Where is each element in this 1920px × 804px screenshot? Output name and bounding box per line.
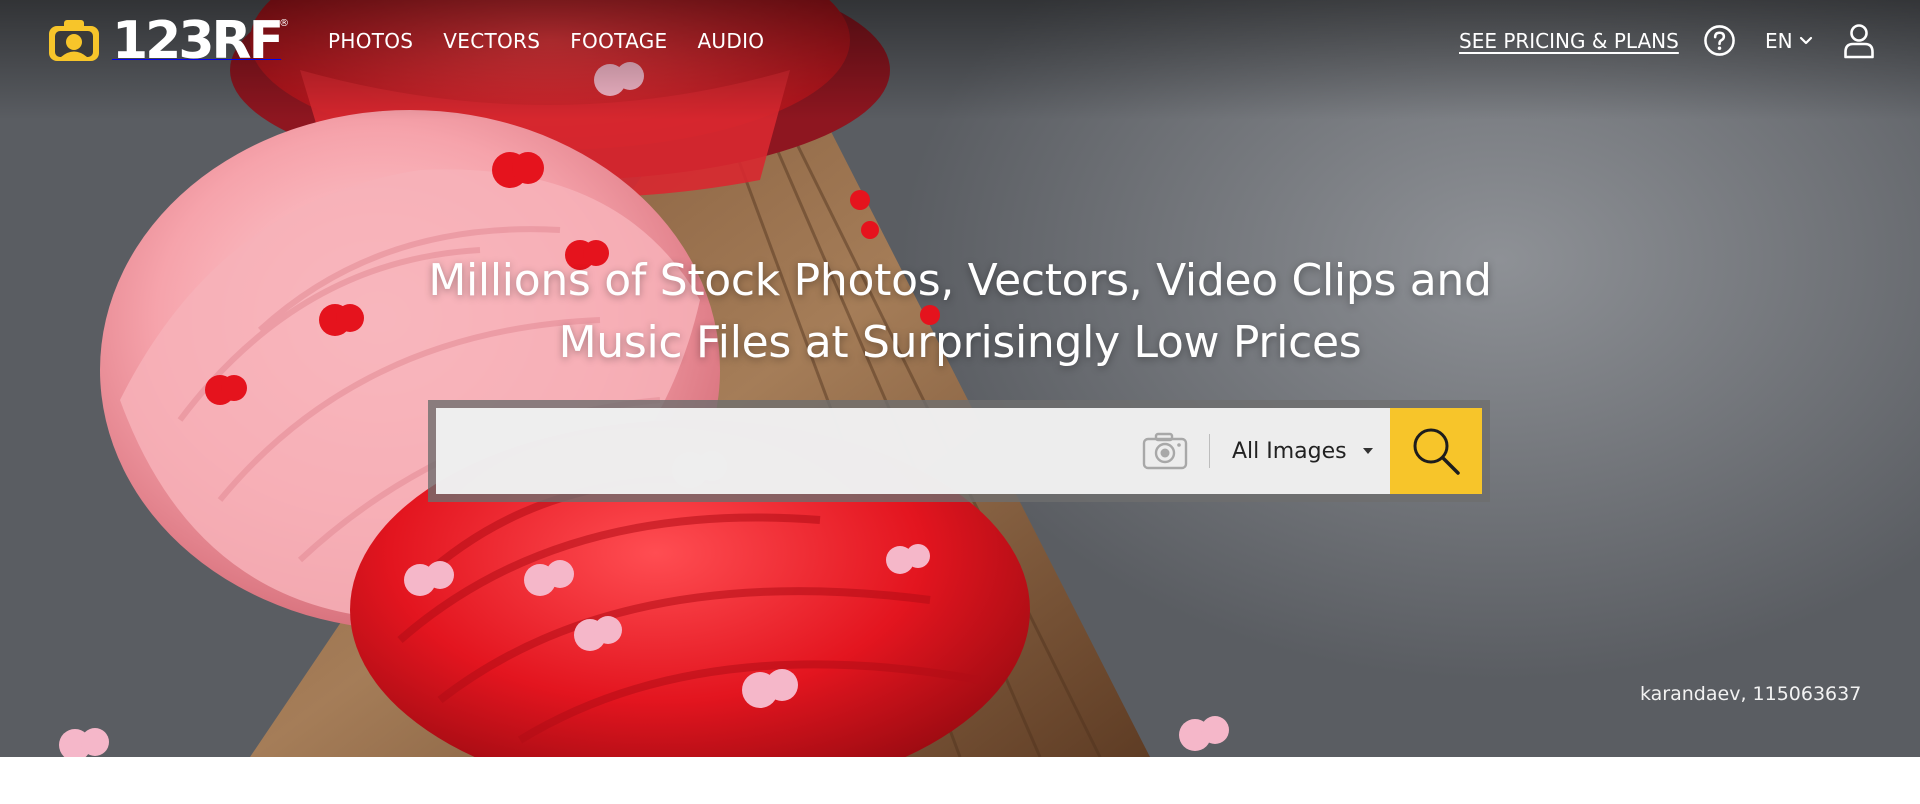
search-icon — [1413, 428, 1460, 475]
nav-photos[interactable]: PHOTOS — [328, 26, 413, 56]
site-header: 123RF ® PHOTOS VECTORS FOOTAGE AUDIO SEE… — [0, 0, 1920, 84]
hero-banner — [0, 0, 1920, 757]
nav-footage[interactable]: FOOTAGE — [570, 26, 667, 56]
brand-logo[interactable]: 123RF ® — [46, 15, 289, 67]
camera-icon — [1142, 432, 1188, 470]
brand-name: 123RF — [112, 11, 284, 71]
chevron-down-icon — [1799, 36, 1812, 45]
asset-type-label: All Images — [1232, 438, 1347, 464]
photo-credit: karandaev, 115063637 — [1640, 683, 1862, 705]
caret-down-icon — [1362, 448, 1373, 454]
search-form: All Images — [436, 408, 1482, 494]
language-selector[interactable]: EN — [1765, 26, 1813, 56]
visual-search-button[interactable] — [1141, 408, 1189, 494]
hero-headline: Millions of Stock Photos, Vectors, Video… — [428, 255, 1492, 368]
camera-logo-icon — [49, 20, 99, 61]
pricing-link[interactable]: SEE PRICING & PLANS — [1459, 26, 1679, 56]
search-input[interactable] — [436, 408, 1141, 494]
help-circle-icon[interactable] — [1703, 24, 1736, 57]
nav-vectors[interactable]: VECTORS — [443, 26, 540, 56]
language-label: EN — [1765, 29, 1793, 53]
main-nav: PHOTOS VECTORS FOOTAGE AUDIO — [328, 26, 764, 56]
registered-mark: ® — [279, 18, 290, 29]
nav-audio[interactable]: AUDIO — [697, 26, 764, 56]
asset-type-dropdown[interactable]: All Images — [1210, 408, 1390, 494]
search-bar: All Images — [428, 400, 1490, 502]
user-icon[interactable] — [1843, 23, 1875, 59]
search-submit-button[interactable] — [1390, 408, 1482, 494]
